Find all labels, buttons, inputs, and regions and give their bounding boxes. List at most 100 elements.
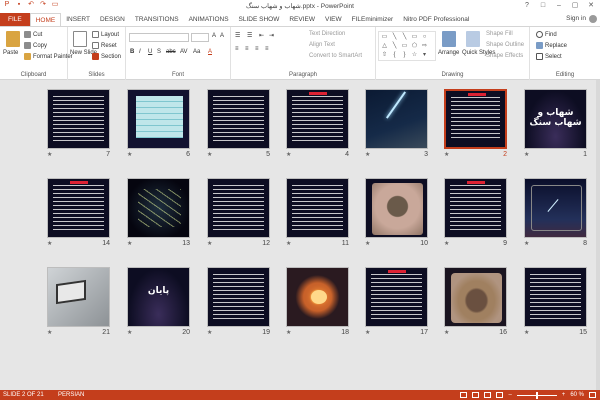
slide-thumbnail[interactable]: ★ 5 <box>207 89 270 158</box>
tab-slide-show[interactable]: SLIDE SHOW <box>234 13 285 26</box>
underline-button[interactable]: U <box>148 49 152 55</box>
align-right-icon[interactable]: ≡ <box>255 46 259 52</box>
vertical-scrollbar[interactable] <box>596 80 600 390</box>
arrange-icon[interactable] <box>442 31 456 47</box>
slide-preview[interactable] <box>207 178 270 238</box>
shapes-gallery[interactable]: ▭ ╲ ╲ ▭ ○ △ ╲ ▭ ⬠ ⇨ ⇧ { } ☆ ▾ <box>378 31 436 61</box>
ribbon-display-button[interactable]: □ <box>536 0 550 11</box>
rectangle-shape-icon[interactable]: ▭ <box>400 42 409 50</box>
transition-star-icon[interactable]: ★ <box>524 151 529 158</box>
zoom-out-button[interactable]: – <box>508 390 511 400</box>
tab-file[interactable]: FILE <box>0 13 30 26</box>
tab-transitions[interactable]: TRANSITIONS <box>130 13 184 26</box>
line-shape-icon[interactable]: ╲ <box>390 33 399 41</box>
slide-thumbnail[interactable]: ★ 8 <box>524 178 587 247</box>
shape-effects-button[interactable]: Shape Effects <box>486 53 523 59</box>
slide-preview[interactable] <box>47 178 110 238</box>
rectangle-shape-icon[interactable]: ▭ <box>410 33 419 41</box>
slide-thumbnail[interactable]: ★ 15 <box>524 267 587 336</box>
transition-star-icon[interactable]: ★ <box>47 240 52 247</box>
slide-thumbnail[interactable]: ★ 4 <box>286 89 349 158</box>
tab-home[interactable]: HOME <box>29 13 62 26</box>
transition-star-icon[interactable]: ★ <box>207 151 212 158</box>
slide-thumbnail[interactable]: شهاب و شهاب سنگ ★ 1 <box>524 89 587 158</box>
slide-preview[interactable] <box>444 89 507 149</box>
cut-button[interactable]: Cut <box>24 31 42 38</box>
transition-star-icon[interactable]: ★ <box>524 329 529 336</box>
slide-thumbnail[interactable]: پایان ★ 20 <box>127 267 190 336</box>
slide-thumbnail[interactable]: ★ 12 <box>207 178 270 247</box>
shape-outline-button[interactable]: Shape Outline <box>486 42 524 48</box>
slide-thumbnail[interactable]: ★ 11 <box>286 178 349 247</box>
grow-font-icon[interactable]: A <box>212 33 216 39</box>
italic-button[interactable]: I <box>139 49 141 55</box>
tab-design[interactable]: DESIGN <box>95 13 130 26</box>
convert-smartart-button[interactable]: Convert to SmartArt <box>309 53 362 59</box>
align-text-button[interactable]: Align Text <box>309 42 335 48</box>
tab-view[interactable]: VIEW <box>320 13 347 26</box>
character-spacing-button[interactable]: AV <box>180 49 188 55</box>
find-button[interactable]: Find <box>536 31 557 38</box>
decrease-indent-icon[interactable]: ⇤ <box>259 32 264 39</box>
sign-in-link[interactable]: Sign in <box>566 15 586 22</box>
zoom-slider-knob[interactable] <box>535 391 538 399</box>
slide-preview[interactable] <box>524 178 587 238</box>
transition-star-icon[interactable]: ★ <box>365 329 370 336</box>
language-indicator[interactable]: PERSIAN <box>58 390 84 400</box>
tab-nitro-pdf[interactable]: Nitro PDF Professional <box>398 13 474 26</box>
normal-view-button[interactable] <box>460 392 468 398</box>
align-left-icon[interactable]: ≡ <box>235 46 239 52</box>
replace-button[interactable]: Replace <box>536 42 567 49</box>
tab-animations[interactable]: ANIMATIONS <box>184 13 234 26</box>
arrange-button[interactable]: Arrange <box>438 50 459 56</box>
slide-preview[interactable] <box>286 89 349 149</box>
rectangle-shape-icon[interactable]: ▭ <box>380 33 389 41</box>
slide-preview[interactable] <box>444 267 507 327</box>
slide-thumbnail[interactable]: ★ 10 <box>365 178 428 247</box>
shrink-font-icon[interactable]: A <box>220 33 224 39</box>
oval-shape-icon[interactable]: ○ <box>420 33 429 41</box>
copy-button[interactable]: Copy <box>24 42 47 49</box>
transition-star-icon[interactable]: ★ <box>127 240 132 247</box>
numbering-icon[interactable]: ☰ <box>247 32 252 39</box>
pentagon-shape-icon[interactable]: ⬠ <box>410 42 419 50</box>
transition-star-icon[interactable]: ★ <box>444 240 449 247</box>
slide-thumbnail[interactable]: ★ 3 <box>365 89 428 158</box>
paste-button[interactable]: Paste <box>3 50 18 56</box>
align-center-icon[interactable]: ≡ <box>245 46 249 52</box>
slide-thumbnail[interactable]: ★ 13 <box>127 178 190 247</box>
maximize-button[interactable]: ▢ <box>568 0 582 11</box>
text-direction-button[interactable]: Text Direction <box>309 31 345 37</box>
slide-preview[interactable] <box>47 267 110 327</box>
transition-star-icon[interactable]: ★ <box>127 151 132 158</box>
reset-button[interactable]: Reset <box>92 42 117 49</box>
paste-icon[interactable] <box>6 31 20 47</box>
transition-star-icon[interactable]: ★ <box>47 329 52 336</box>
help-button[interactable]: ? <box>520 0 534 11</box>
slide-sorter-view-button[interactable] <box>472 392 480 398</box>
curly-brace-shape-icon[interactable]: { <box>390 51 399 59</box>
slide-preview[interactable] <box>365 178 428 238</box>
format-painter-button[interactable]: Format Painter <box>24 53 73 60</box>
arrow-shape-icon[interactable]: ⇧ <box>380 51 389 59</box>
slide-thumbnail[interactable]: ★ 7 <box>47 89 110 158</box>
zoom-level[interactable]: 60 % <box>570 390 584 400</box>
line-shape-icon[interactable]: ╲ <box>400 33 409 41</box>
transition-star-icon[interactable]: ★ <box>365 240 370 247</box>
fit-to-window-button[interactable] <box>589 392 596 398</box>
transition-star-icon[interactable]: ★ <box>286 329 291 336</box>
slide-preview[interactable] <box>207 89 270 149</box>
slide-thumbnail[interactable]: ★ 14 <box>47 178 110 247</box>
transition-star-icon[interactable]: ★ <box>444 329 449 336</box>
curly-brace-shape-icon[interactable]: } <box>400 51 409 59</box>
slide-preview[interactable]: پایان <box>127 267 190 327</box>
transition-star-icon[interactable]: ★ <box>524 240 529 247</box>
shape-fill-button[interactable]: Shape Fill <box>486 31 513 37</box>
transition-star-icon[interactable]: ★ <box>365 151 370 158</box>
slide-preview[interactable] <box>365 89 428 149</box>
slide-thumbnail[interactable]: ★ 2 <box>444 89 507 158</box>
bullets-icon[interactable]: ☰ <box>235 32 240 39</box>
star-shape-icon[interactable]: ☆ <box>410 51 419 59</box>
close-button[interactable]: ✕ <box>584 0 598 11</box>
select-button[interactable]: Select <box>536 53 562 60</box>
